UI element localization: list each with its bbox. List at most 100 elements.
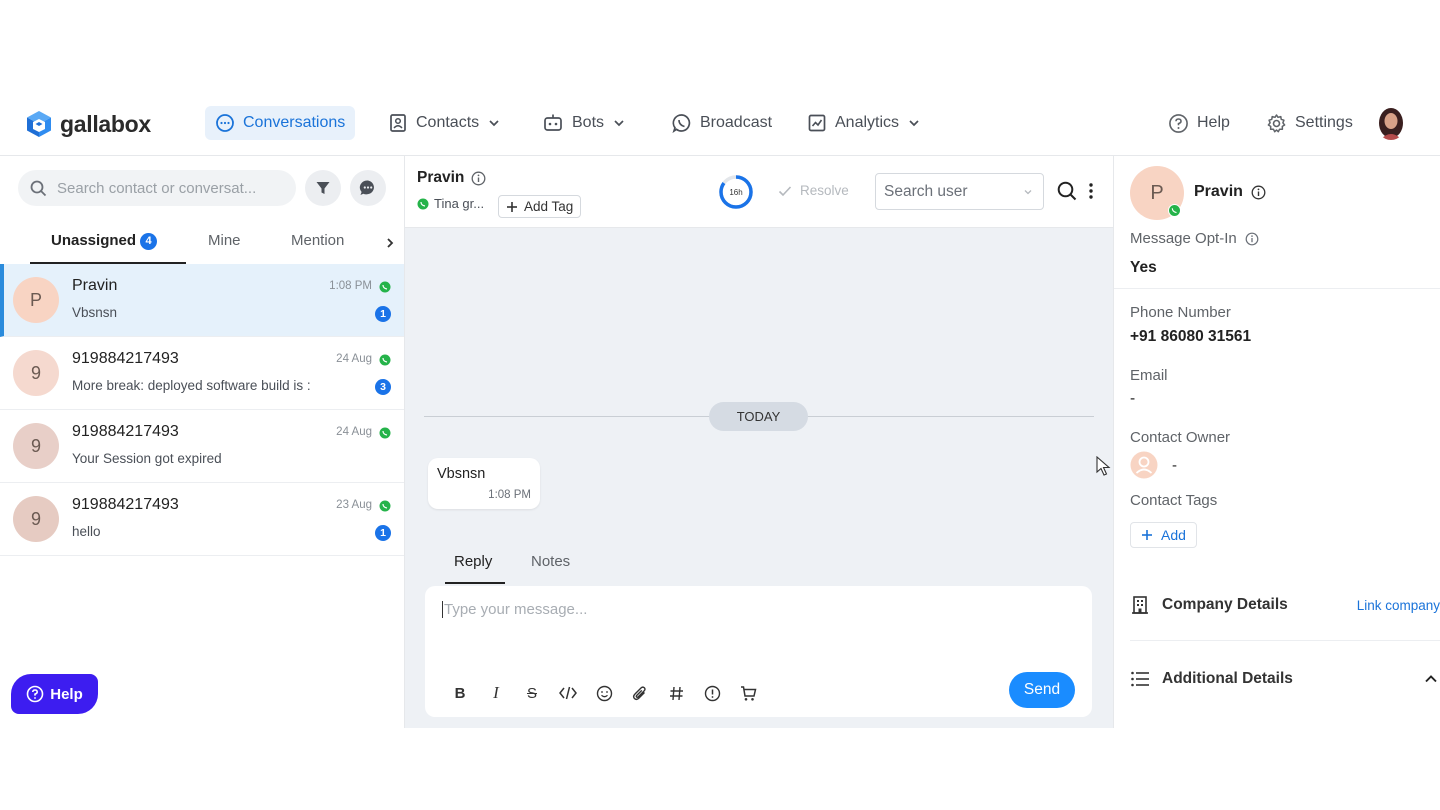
whatsapp-icon <box>379 500 391 512</box>
conversation-search-input[interactable]: Search contact or conversat... <box>18 170 296 206</box>
bold-icon[interactable]: B <box>449 682 471 704</box>
nav-analytics[interactable]: Analytics <box>797 106 931 140</box>
help-circle-icon <box>26 685 44 703</box>
conversation-time: 24 Aug <box>336 353 372 365</box>
assign-user-select[interactable]: Search user <box>875 173 1044 210</box>
chat-bubble-icon <box>216 114 234 132</box>
whatsapp-icon <box>379 281 391 293</box>
nav-bots[interactable]: Bots <box>532 106 636 140</box>
chart-icon <box>808 114 826 132</box>
info-icon[interactable] <box>1251 185 1266 200</box>
chat-contact-name[interactable]: Pravin <box>417 169 486 187</box>
app-window: gallabox Conversations Contacts Bots Bro… <box>0 98 1440 728</box>
avatar-initial: P <box>29 289 42 310</box>
link-company-link[interactable]: Link company <box>1357 598 1440 613</box>
nav-contacts[interactable]: Contacts <box>378 106 511 140</box>
tab-mention[interactable]: Mention <box>291 232 344 249</box>
cart-icon[interactable] <box>737 682 759 704</box>
owner-row[interactable]: - <box>1130 451 1177 479</box>
top-navigation: gallabox Conversations Contacts Bots Bro… <box>0 98 1440 156</box>
chevron-down-icon <box>909 120 919 127</box>
opt-in-label: Message Opt-In <box>1130 230 1259 247</box>
resolve-button[interactable]: Resolve <box>778 183 849 198</box>
search-icon <box>30 180 47 196</box>
conversation-preview: hello <box>72 524 101 539</box>
help-link[interactable]: Help <box>1158 106 1240 140</box>
avatar-initial: 9 <box>30 362 41 383</box>
opt-in-label-text: Message Opt-In <box>1130 230 1237 247</box>
tab-reply[interactable]: Reply <box>454 553 492 570</box>
filter-button[interactable] <box>305 170 341 206</box>
help-circle-icon <box>1169 113 1188 133</box>
chat-header: Pravin Tina gr... Add Tag 16h Resolve Se… <box>405 156 1113 228</box>
filter-icon <box>316 182 330 194</box>
conversation-item[interactable]: P Pravin Vbsnsn 1:08 PM 1 <box>0 264 404 337</box>
send-button[interactable]: Send <box>1009 672 1075 708</box>
attachment-icon[interactable] <box>629 682 651 704</box>
additional-details-row[interactable]: Additional Details <box>1130 664 1440 694</box>
owner-value: - <box>1172 456 1177 474</box>
section-divider <box>1114 288 1440 289</box>
conversation-item[interactable]: 9 919884217493 hello 23 Aug 1 <box>0 483 404 556</box>
tab-notes[interactable]: Notes <box>531 553 570 570</box>
tab-unassigned-label: Unassigned <box>51 232 137 249</box>
new-conversation-button[interactable] <box>350 170 386 206</box>
conversation-time: 24 Aug <box>336 426 372 438</box>
more-options-icon[interactable] <box>1087 181 1095 201</box>
tab-mine-label: Mine <box>208 232 241 249</box>
chevron-up-icon[interactable] <box>1424 672 1438 686</box>
add-tag-label: Add Tag <box>524 199 574 214</box>
message-input-placeholder[interactable]: Type your message... <box>442 601 587 618</box>
message-composer[interactable]: Type your message... B I S Send <box>425 586 1092 717</box>
settings-label: Settings <box>1295 114 1353 131</box>
tab-mine[interactable]: Mine <box>208 232 241 249</box>
plus-icon <box>507 201 517 212</box>
nav-analytics-label: Analytics <box>835 114 900 131</box>
conversation-time: 23 Aug <box>336 499 372 511</box>
user-photo-icon <box>1376 106 1406 140</box>
conversation-name: 919884217493 <box>72 350 179 367</box>
unread-count-badge: 1 <box>375 525 391 541</box>
mouse-pointer-icon <box>1096 456 1111 476</box>
search-placeholder: Search contact or conversat... <box>57 179 257 197</box>
nav-broadcast[interactable]: Broadcast <box>662 106 782 140</box>
whatsapp-icon <box>1168 204 1181 217</box>
help-widget-button[interactable]: Help <box>11 674 98 714</box>
brand-logo[interactable]: gallabox <box>26 110 151 138</box>
unread-count-badge: 3 <box>375 379 391 395</box>
chevron-down-icon <box>614 120 624 127</box>
contact-card-icon <box>390 114 406 132</box>
nav-conversations[interactable]: Conversations <box>205 106 356 140</box>
conversation-item[interactable]: 9 919884217493 More break: deployed softwa… <box>0 337 404 410</box>
italic-icon[interactable]: I <box>485 682 507 704</box>
alert-circle-icon[interactable] <box>701 682 723 704</box>
contact-initial: P <box>1150 181 1164 204</box>
add-contact-tag-button[interactable]: Add <box>1130 522 1197 548</box>
conversation-name: 919884217493 <box>72 496 179 513</box>
emoji-icon[interactable] <box>593 682 615 704</box>
conversation-preview: Vbsnsn <box>72 305 118 320</box>
code-icon[interactable] <box>557 682 579 704</box>
owner-avatar-icon <box>1130 451 1158 479</box>
settings-link[interactable]: Settings <box>1256 106 1363 140</box>
nav-bots-label: Bots <box>572 114 605 131</box>
info-icon[interactable] <box>1245 232 1259 246</box>
search-icon[interactable] <box>1057 181 1077 201</box>
chevron-down-icon <box>1024 189 1032 194</box>
tab-unassigned[interactable]: Unassigned 4 <box>51 232 158 250</box>
contact-details-panel: P Pravin Message Opt-In Yes Phone Number… <box>1113 156 1440 728</box>
conversation-item[interactable]: 9 919884217493 Your Session got expired 24 … <box>0 410 404 483</box>
owner-label: Contact Owner <box>1130 429 1231 446</box>
strikethrough-icon[interactable]: S <box>521 682 543 704</box>
add-tag-button[interactable]: Add Tag <box>498 195 582 218</box>
hashtag-icon[interactable] <box>665 682 687 704</box>
chevron-right-icon[interactable] <box>384 236 396 250</box>
channel-indicator: Tina gr... <box>417 196 484 211</box>
user-avatar[interactable] <box>1376 106 1406 140</box>
active-reply-tab-indicator <box>445 582 505 584</box>
tags-label: Contact Tags <box>1130 492 1218 509</box>
company-details-row[interactable]: Company Details Link company <box>1130 590 1440 620</box>
conversation-avatar: 9 <box>13 496 59 542</box>
section-divider <box>1130 640 1440 641</box>
info-icon[interactable] <box>471 171 486 186</box>
